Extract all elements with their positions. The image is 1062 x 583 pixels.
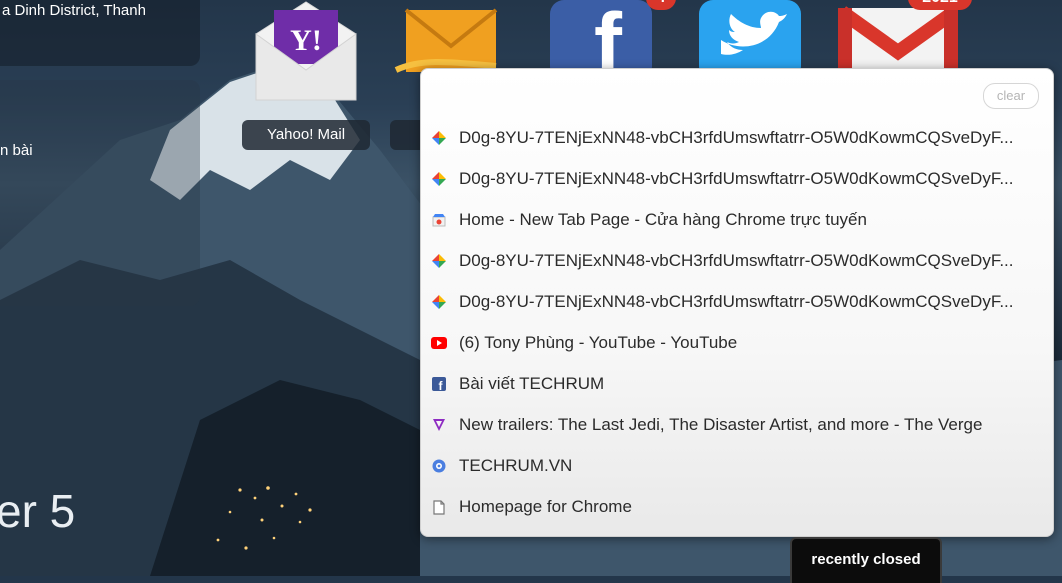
news-widget[interactable]: n bài bbox=[0, 80, 200, 306]
clear-button[interactable]: clear bbox=[983, 83, 1039, 109]
photos-icon bbox=[431, 130, 447, 146]
weather-location: a Dinh District, Thanh bbox=[2, 2, 146, 19]
gear-icon bbox=[431, 458, 447, 474]
closed-tab-title: D0g-8YU-7TENjExNN48-vbCH3rfdUmswftatrr-O… bbox=[459, 128, 1014, 147]
twitter-icon bbox=[699, 0, 801, 80]
closed-tab-title: New trailers: The Last Jedi, The Disaste… bbox=[459, 415, 983, 434]
yahoo-mail-icon: Y! bbox=[255, 1, 357, 101]
clock-display: er 5 bbox=[0, 485, 76, 537]
closed-tab-item[interactable]: D0g-8YU-7TENjExNN48-vbCH3rfdUmswftatrr-O… bbox=[431, 164, 1041, 194]
verge-icon bbox=[431, 417, 447, 433]
app-tile-facebook[interactable]: f 4 bbox=[550, 0, 676, 90]
closed-tab-title: TECHRUM.VN bbox=[459, 456, 573, 475]
closed-tab-item[interactable]: D0g-8YU-7TENjExNN48-vbCH3rfdUmswftatrr-O… bbox=[431, 287, 1041, 317]
youtube-icon bbox=[431, 335, 447, 351]
facebook-icon: f bbox=[550, 0, 652, 90]
facebook-icon: f bbox=[431, 376, 447, 392]
gmail-icon bbox=[837, 6, 959, 78]
closed-tab-item[interactable]: D0g-8YU-7TENjExNN48-vbCH3rfdUmswftatrr-O… bbox=[431, 246, 1041, 276]
closed-tab-title: D0g-8YU-7TENjExNN48-vbCH3rfdUmswftatrr-O… bbox=[459, 169, 1014, 188]
gmail-badge: 2021 bbox=[908, 0, 972, 10]
closed-tab-title: Bài viết TECHRUM bbox=[459, 374, 605, 393]
news-snippet: n bài bbox=[0, 142, 33, 159]
chrome-store-icon bbox=[431, 212, 447, 228]
closed-tab-item[interactable]: f Bài viết TECHRUM bbox=[431, 369, 1041, 399]
svg-text:f: f bbox=[594, 0, 623, 70]
page-icon bbox=[431, 499, 447, 515]
closed-tab-item[interactable]: Homepage for Chrome bbox=[431, 492, 1041, 522]
photos-icon bbox=[431, 253, 447, 269]
app-tile-gmail[interactable]: 2021 bbox=[837, 0, 972, 78]
recently-closed-panel: clear D0g-8YU-7TENjExNN48-vbCH3rfdUmswft… bbox=[420, 68, 1054, 537]
photos-icon bbox=[431, 294, 447, 310]
weather-widget[interactable]: a Dinh District, Thanh bbox=[0, 0, 200, 66]
closed-tab-item[interactable]: D0g-8YU-7TENjExNN48-vbCH3rfdUmswftatrr-O… bbox=[431, 123, 1041, 153]
app-label-yahoo-mail[interactable]: Yahoo! Mail bbox=[242, 120, 370, 150]
closed-tab-item[interactable]: Home - New Tab Page - Cửa hàng Chrome tr… bbox=[431, 205, 1041, 235]
closed-tab-item[interactable]: New trailers: The Last Jedi, The Disaste… bbox=[431, 410, 1041, 440]
closed-tab-title: (6) Tony Phùng - YouTube - YouTube bbox=[459, 333, 738, 352]
closed-tab-title: D0g-8YU-7TENjExNN48-vbCH3rfdUmswftatrr-O… bbox=[459, 292, 1014, 311]
closed-tab-title: Homepage for Chrome bbox=[459, 497, 632, 516]
closed-tab-title: D0g-8YU-7TENjExNN48-vbCH3rfdUmswftatrr-O… bbox=[459, 251, 1014, 270]
closed-tab-item[interactable]: (6) Tony Phùng - YouTube - YouTube bbox=[431, 328, 1041, 358]
closed-tab-item[interactable]: TECHRUM.VN bbox=[431, 451, 1041, 481]
svg-text:Y!: Y! bbox=[290, 24, 322, 57]
recently-closed-tab[interactable]: recently closed bbox=[790, 537, 942, 583]
app-tile-twitter[interactable] bbox=[699, 0, 801, 80]
closed-tab-title: Home - New Tab Page - Cửa hàng Chrome tr… bbox=[459, 210, 867, 229]
photos-icon bbox=[431, 171, 447, 187]
